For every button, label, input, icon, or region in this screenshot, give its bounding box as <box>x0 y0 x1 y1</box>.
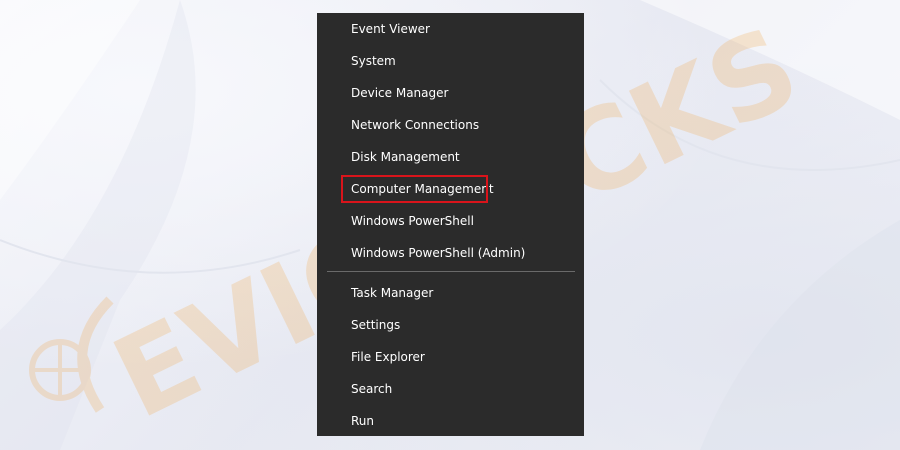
winx-context-menu: Event Viewer System Device Manager Netwo… <box>317 13 584 436</box>
menu-item-search[interactable]: Search <box>317 373 584 405</box>
menu-item-file-explorer[interactable]: File Explorer <box>317 341 584 373</box>
menu-item-label: Run <box>351 414 375 428</box>
menu-item-label: Event Viewer <box>351 22 430 36</box>
menu-item-event-viewer[interactable]: Event Viewer <box>317 13 584 45</box>
menu-item-label: Windows PowerShell <box>351 214 474 228</box>
menu-item-label: Settings <box>351 318 401 332</box>
menu-item-run[interactable]: Run <box>317 405 584 437</box>
menu-item-settings[interactable]: Settings <box>317 309 584 341</box>
menu-item-label: Network Connections <box>351 118 480 132</box>
menu-item-label: Task Manager <box>351 286 434 300</box>
menu-item-label: System <box>351 54 396 68</box>
menu-item-windows-powershell[interactable]: Windows PowerShell <box>317 205 584 237</box>
highlight-box <box>341 175 488 203</box>
menu-item-label: Search <box>351 382 393 396</box>
menu-item-label: Device Manager <box>351 86 449 100</box>
menu-item-task-manager[interactable]: Task Manager <box>317 277 584 309</box>
menu-separator <box>327 271 575 272</box>
menu-item-network-connections[interactable]: Network Connections <box>317 109 584 141</box>
menu-item-device-manager[interactable]: Device Manager <box>317 77 584 109</box>
menu-item-label: Windows PowerShell (Admin) <box>351 246 526 260</box>
menu-item-label: Disk Management <box>351 150 460 164</box>
menu-item-disk-management[interactable]: Disk Management <box>317 141 584 173</box>
menu-item-system[interactable]: System <box>317 45 584 77</box>
menu-item-windows-powershell-admin[interactable]: Windows PowerShell (Admin) <box>317 237 584 269</box>
menu-item-label: File Explorer <box>351 350 425 364</box>
